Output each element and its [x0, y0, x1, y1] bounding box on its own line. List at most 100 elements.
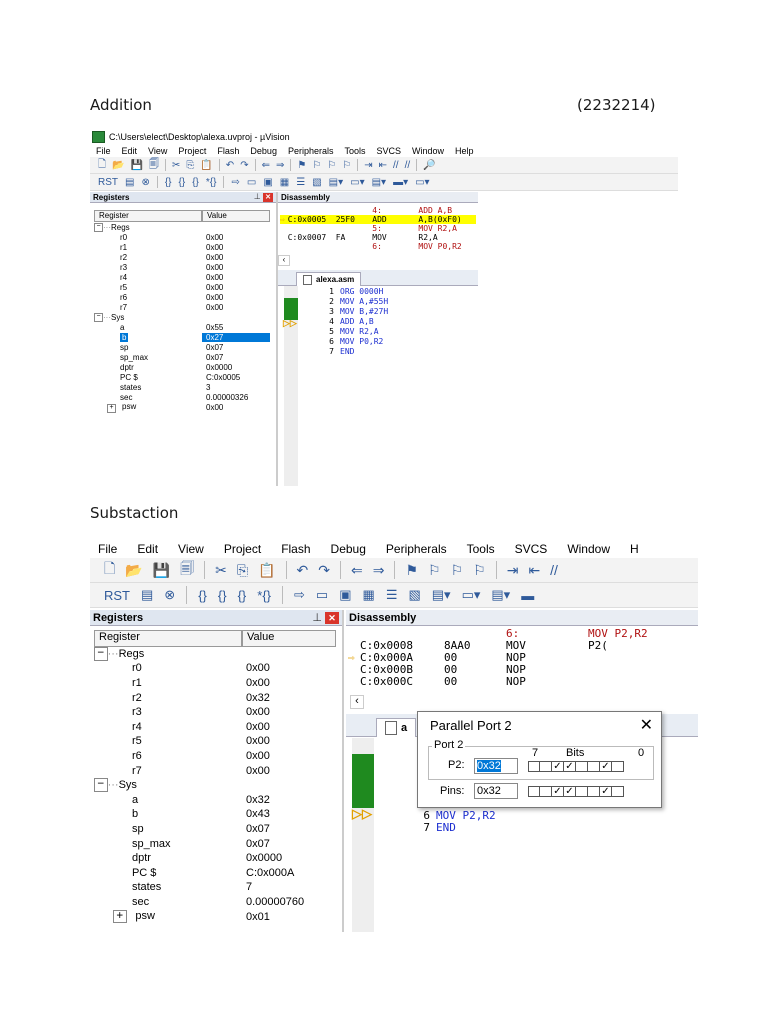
- register-value[interactable]: 0x00: [202, 233, 270, 242]
- register-value[interactable]: 0x43: [242, 808, 336, 820]
- register-value[interactable]: 0x55: [202, 323, 270, 332]
- tree-node-regs[interactable]: − ··· Regs: [94, 647, 338, 662]
- paste-icon[interactable]: 📋: [200, 160, 212, 171]
- unindent-icon[interactable]: ⇤: [528, 562, 540, 579]
- disassembly-line[interactable]: 4: ADD A,B: [280, 206, 476, 215]
- column-header-value[interactable]: Value: [202, 210, 270, 222]
- bit-checkbox[interactable]: [540, 786, 552, 797]
- register-row-sec[interactable]: sec 0.00000326: [94, 392, 272, 402]
- register-value[interactable]: 0x00: [202, 263, 270, 272]
- serial-window-icon[interactable]: ▤▾: [372, 177, 386, 188]
- unindent-icon[interactable]: ⇤: [379, 160, 387, 171]
- disassembly-window-icon[interactable]: ▣: [263, 177, 272, 188]
- bit-checkbox[interactable]: [576, 786, 588, 797]
- menu-item-edit[interactable]: Edit: [122, 146, 138, 156]
- disassembly-line[interactable]: C:0x000C 00 NOP: [348, 676, 698, 688]
- register-row-r2[interactable]: r2 0x32: [94, 690, 338, 705]
- bit-checkbox[interactable]: [612, 786, 624, 797]
- run-to-cursor-icon[interactable]: *{}: [206, 177, 217, 188]
- code-line[interactable]: 1 ORG 0000H: [324, 287, 388, 297]
- register-value[interactable]: 0x00: [242, 765, 336, 777]
- undo-icon[interactable]: ↶: [297, 562, 309, 579]
- register-value[interactable]: 0x00: [202, 253, 270, 262]
- menu-item-peripherals[interactable]: Peripherals: [386, 542, 447, 556]
- new-file-icon[interactable]: 🗋: [98, 157, 106, 173]
- register-row-psw[interactable]: + psw 0x00: [94, 402, 272, 413]
- bit-checkbox[interactable]: [612, 761, 624, 772]
- register-row-sec[interactable]: sec 0.00000760: [94, 895, 338, 910]
- bit-checkbox[interactable]: ✓: [564, 761, 576, 772]
- code-line[interactable]: 4 ADD A,B: [324, 317, 388, 327]
- cut-icon[interactable]: ✂: [172, 160, 180, 171]
- step-out-icon[interactable]: {}: [238, 588, 247, 603]
- show-next-statement-icon[interactable]: ⇨: [294, 587, 305, 603]
- menu-item-help[interactable]: Help: [455, 146, 474, 156]
- bit-checkbox[interactable]: ✓: [600, 761, 612, 772]
- register-row-a[interactable]: a 0x32: [94, 793, 338, 808]
- symbols-window-icon[interactable]: ▦: [363, 587, 375, 603]
- register-value[interactable]: C:0x000A: [242, 867, 336, 879]
- run-to-cursor-icon[interactable]: *{}: [257, 588, 271, 603]
- register-row-pc[interactable]: PC $ C:0x0005: [94, 372, 272, 382]
- bit-checkbox[interactable]: [540, 761, 552, 772]
- register-value[interactable]: 0x00: [242, 735, 336, 747]
- bookmark-next-icon[interactable]: ⚐: [451, 562, 464, 579]
- pins-value-input[interactable]: 0x32: [474, 783, 518, 799]
- disassembly-scroll-left[interactable]: ‹: [350, 695, 364, 709]
- menu-item-view[interactable]: View: [148, 146, 167, 156]
- memory-window-icon[interactable]: ▭▾: [462, 587, 481, 603]
- memory-window-icon[interactable]: ▭▾: [350, 177, 364, 188]
- register-value[interactable]: 0x00: [202, 273, 270, 282]
- registers-window-icon[interactable]: ☰: [296, 177, 305, 188]
- menu-item-svcs[interactable]: SVCS: [377, 146, 402, 156]
- stop-icon[interactable]: ⊗: [141, 177, 149, 188]
- register-value[interactable]: 7: [242, 881, 336, 893]
- close-icon[interactable]: ✕: [325, 612, 339, 624]
- register-value[interactable]: 0x07: [242, 838, 336, 850]
- command-window-icon[interactable]: ▭: [247, 177, 256, 188]
- register-value[interactable]: 0x00: [202, 243, 270, 252]
- register-row-r1[interactable]: r1 0x00: [94, 242, 272, 252]
- editor-tab-source[interactable]: a: [376, 718, 417, 737]
- comment-icon[interactable]: //: [550, 562, 558, 578]
- register-value[interactable]: 0x07: [202, 353, 270, 362]
- disassembly-window-icon[interactable]: ▣: [339, 587, 351, 603]
- collapse-icon[interactable]: −: [94, 647, 108, 661]
- menu-item-window[interactable]: Window: [412, 146, 444, 156]
- show-next-statement-icon[interactable]: ⇨: [231, 177, 239, 188]
- menu-item-view[interactable]: View: [178, 542, 204, 556]
- register-row-r7[interactable]: r7 0x00: [94, 763, 338, 778]
- register-row-b[interactable]: b 0x43: [94, 807, 338, 822]
- register-row-r0[interactable]: r0 0x00: [94, 661, 338, 676]
- disassembly-line[interactable]: ⇨ C:0x0005 25F0 ADD A,B(0xF0): [280, 215, 476, 224]
- nav-forward-icon[interactable]: ⇒: [373, 562, 385, 579]
- undo-icon[interactable]: ↶: [226, 160, 234, 171]
- register-value[interactable]: 0x00: [242, 721, 336, 733]
- expand-icon[interactable]: +: [112, 910, 127, 924]
- menu-item-edit[interactable]: Edit: [137, 542, 158, 556]
- register-value[interactable]: 0x00: [202, 293, 270, 302]
- register-value[interactable]: 0x27: [202, 332, 270, 342]
- register-row-sp[interactable]: sp 0x07: [94, 342, 272, 352]
- call-stack-icon[interactable]: ▧: [408, 587, 420, 603]
- collapse-icon[interactable]: −: [94, 312, 103, 322]
- run-icon[interactable]: ▤: [125, 177, 134, 188]
- register-value[interactable]: 0x00: [242, 706, 336, 718]
- bit-checkbox[interactable]: [588, 786, 600, 797]
- menu-item-file[interactable]: File: [96, 146, 111, 156]
- menu-item-flash[interactable]: Flash: [281, 542, 310, 556]
- disassembly-line[interactable]: 6: MOV P0,R2: [280, 242, 476, 251]
- step-over-icon[interactable]: {}: [218, 588, 227, 603]
- register-row-r2[interactable]: r2 0x00: [94, 252, 272, 262]
- bit-checkbox[interactable]: [528, 761, 540, 772]
- save-icon[interactable]: 💾: [153, 562, 170, 579]
- register-row-psw[interactable]: + psw 0x01: [94, 909, 338, 924]
- register-value[interactable]: C:0x0005: [202, 373, 270, 382]
- register-value[interactable]: 0x00: [242, 662, 336, 674]
- menu-item-svcs[interactable]: SVCS: [515, 542, 548, 556]
- register-row-spmax[interactable]: sp_max 0x07: [94, 352, 272, 362]
- pin-icon[interactable]: ⊥: [254, 192, 263, 201]
- register-row-r5[interactable]: r5 0x00: [94, 282, 272, 292]
- register-row-states[interactable]: states 3: [94, 382, 272, 392]
- menu-item-debug[interactable]: Debug: [331, 542, 366, 556]
